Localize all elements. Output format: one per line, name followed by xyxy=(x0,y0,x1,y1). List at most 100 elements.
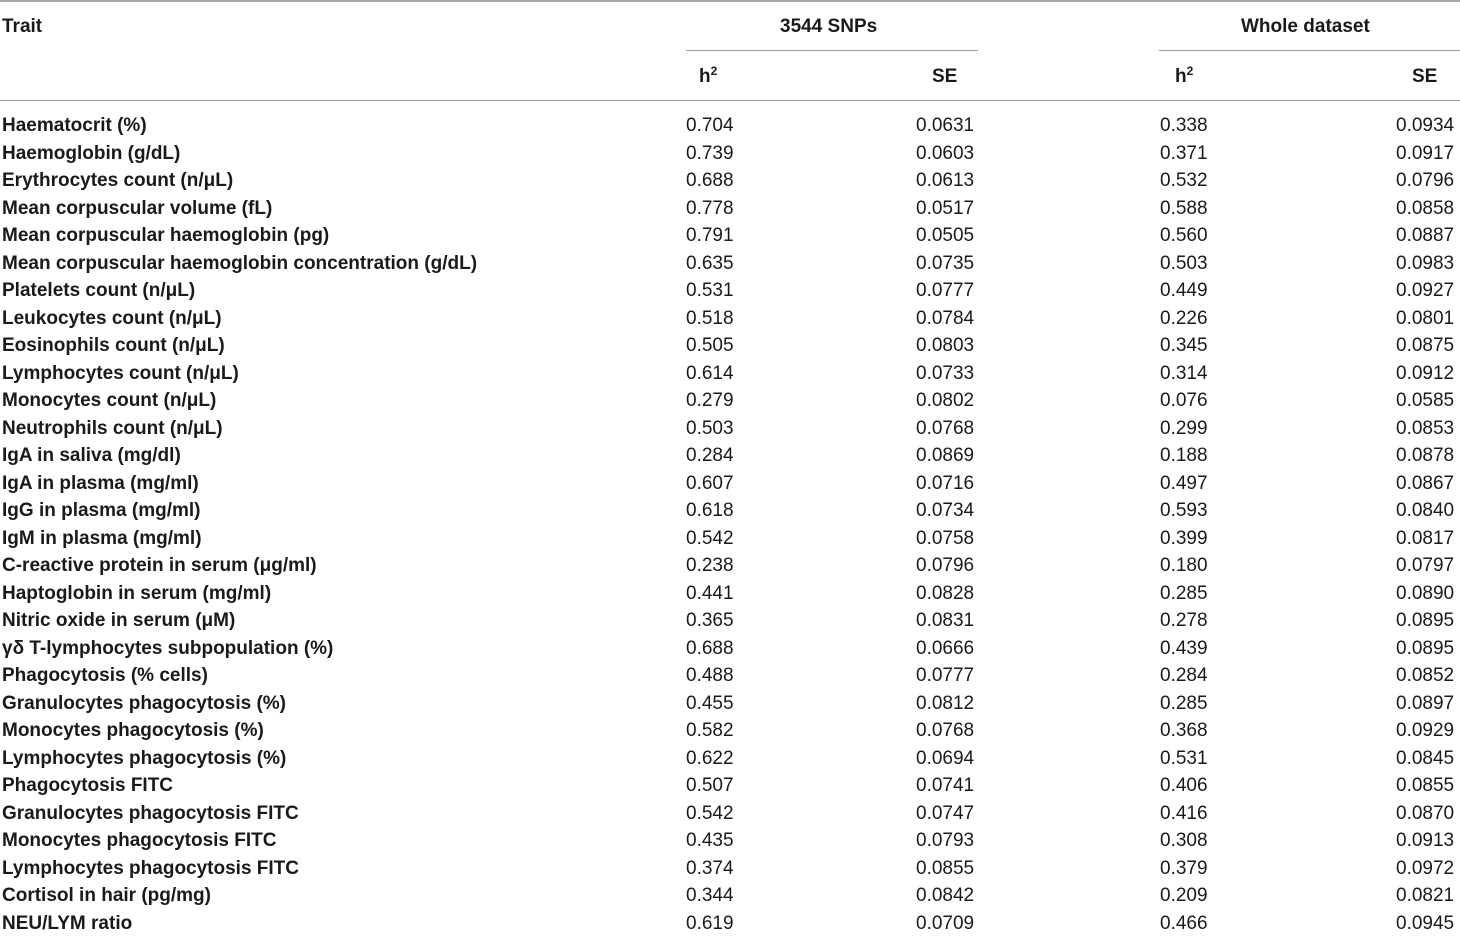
trait-cell: Mean corpuscular volume (fL) xyxy=(2,195,272,223)
h2-whole-cell: 0.439 xyxy=(1160,635,1208,663)
trait-cell: Lymphocytes phagocytosis FITC xyxy=(2,855,299,883)
trait-cell: Leukocytes count (n/μL) xyxy=(2,305,222,333)
h2-snps-cell: 0.503 xyxy=(686,415,734,443)
h2-whole-cell: 0.416 xyxy=(1160,800,1208,828)
header-se-whole: SE xyxy=(1412,66,1437,88)
h2-snps-cell: 0.688 xyxy=(686,635,734,663)
se-snps-cell: 0.0802 xyxy=(916,387,974,415)
h2-whole-cell: 0.285 xyxy=(1160,690,1208,718)
h2-whole-cell: 0.338 xyxy=(1160,112,1208,140)
h2-snps-cell: 0.582 xyxy=(686,717,734,745)
se-whole-cell: 0.0878 xyxy=(1396,442,1454,470)
h2-whole-cell: 0.503 xyxy=(1160,250,1208,278)
table-row: Haptoglobin in serum (mg/ml)0.4410.08280… xyxy=(0,580,1460,608)
h2-whole-cell: 0.406 xyxy=(1160,772,1208,800)
h2-whole-cell: 0.371 xyxy=(1160,140,1208,168)
se-snps-cell: 0.0613 xyxy=(916,167,974,195)
se-snps-cell: 0.0812 xyxy=(916,690,974,718)
trait-cell: Mean corpuscular haemoglobin (pg) xyxy=(2,222,329,250)
se-whole-cell: 0.0821 xyxy=(1396,882,1454,910)
se-snps-cell: 0.0517 xyxy=(916,195,974,223)
table-top-rule xyxy=(0,0,1460,2)
se-snps-cell: 0.0631 xyxy=(916,112,974,140)
se-snps-cell: 0.0505 xyxy=(916,222,974,250)
h2-whole-cell: 0.531 xyxy=(1160,745,1208,773)
h2-whole-cell: 0.497 xyxy=(1160,470,1208,498)
se-whole-cell: 0.0855 xyxy=(1396,772,1454,800)
trait-cell: γδ T-lymphocytes subpopulation (%) xyxy=(2,635,333,663)
h2-whole-cell: 0.368 xyxy=(1160,717,1208,745)
se-snps-cell: 0.0793 xyxy=(916,827,974,855)
trait-cell: Lymphocytes count (n/μL) xyxy=(2,360,239,388)
table-row: IgG in plasma (mg/ml)0.6180.07340.5930.0… xyxy=(0,497,1460,525)
trait-cell: Cortisol in hair (pg/mg) xyxy=(2,882,211,910)
h2-snps-cell: 0.279 xyxy=(686,387,734,415)
group-rule-snps xyxy=(686,50,978,51)
table-row: Eosinophils count (n/μL)0.5050.08030.345… xyxy=(0,332,1460,360)
se-whole-cell: 0.0945 xyxy=(1396,910,1454,937)
trait-cell: Monocytes phagocytosis (%) xyxy=(2,717,264,745)
header-h2-whole: h2 xyxy=(1175,66,1193,88)
h2-whole-cell: 0.284 xyxy=(1160,662,1208,690)
se-snps-cell: 0.0796 xyxy=(916,552,974,580)
se-whole-cell: 0.0875 xyxy=(1396,332,1454,360)
h2-snps-cell: 0.284 xyxy=(686,442,734,470)
se-snps-cell: 0.0734 xyxy=(916,497,974,525)
se-whole-cell: 0.0887 xyxy=(1396,222,1454,250)
trait-cell: Mean corpuscular haemoglobin concentrati… xyxy=(2,250,477,278)
h2-whole-cell: 0.379 xyxy=(1160,855,1208,883)
h2-whole-cell: 0.209 xyxy=(1160,882,1208,910)
h2-snps-cell: 0.778 xyxy=(686,195,734,223)
trait-cell: Platelets count (n/μL) xyxy=(2,277,195,305)
se-whole-cell: 0.0845 xyxy=(1396,745,1454,773)
se-whole-cell: 0.0927 xyxy=(1396,277,1454,305)
h2-snps-cell: 0.635 xyxy=(686,250,734,278)
h2-whole-cell: 0.076 xyxy=(1160,387,1208,415)
h2-snps-cell: 0.505 xyxy=(686,332,734,360)
h2-whole-cell: 0.345 xyxy=(1160,332,1208,360)
se-whole-cell: 0.0870 xyxy=(1396,800,1454,828)
table-row: Monocytes phagocytosis (%)0.5820.07680.3… xyxy=(0,717,1460,745)
header-bottom-rule xyxy=(0,100,1460,101)
table-row: Granulocytes phagocytosis FITC0.5420.074… xyxy=(0,800,1460,828)
h2-snps-cell: 0.622 xyxy=(686,745,734,773)
h2-whole-cell: 0.188 xyxy=(1160,442,1208,470)
se-snps-cell: 0.0758 xyxy=(916,525,974,553)
h2-snps-cell: 0.344 xyxy=(686,882,734,910)
table-row: Phagocytosis (% cells)0.4880.07770.2840.… xyxy=(0,662,1460,690)
h2-whole-cell: 0.180 xyxy=(1160,552,1208,580)
h2-snps-cell: 0.435 xyxy=(686,827,734,855)
se-whole-cell: 0.0890 xyxy=(1396,580,1454,608)
se-whole-cell: 0.0917 xyxy=(1396,140,1454,168)
se-whole-cell: 0.0983 xyxy=(1396,250,1454,278)
trait-cell: IgM in plasma (mg/ml) xyxy=(2,525,202,553)
table-row: Nitric oxide in serum (μM)0.3650.08310.2… xyxy=(0,607,1460,635)
se-snps-cell: 0.0741 xyxy=(916,772,974,800)
header-h2-snps: h2 xyxy=(699,66,717,88)
trait-cell: Erythrocytes count (n/μL) xyxy=(2,167,233,195)
trait-cell: IgA in saliva (mg/dl) xyxy=(2,442,181,470)
h2-whole-cell: 0.308 xyxy=(1160,827,1208,855)
trait-cell: Haemoglobin (g/dL) xyxy=(2,140,180,168)
se-snps-cell: 0.0784 xyxy=(916,305,974,333)
table-row: Mean corpuscular volume (fL)0.7780.05170… xyxy=(0,195,1460,223)
h2-snps-cell: 0.704 xyxy=(686,112,734,140)
table-row: Haemoglobin (g/dL)0.7390.06030.3710.0917 xyxy=(0,140,1460,168)
h2-snps-cell: 0.614 xyxy=(686,360,734,388)
h2-whole-cell: 0.532 xyxy=(1160,167,1208,195)
se-snps-cell: 0.0716 xyxy=(916,470,974,498)
header-trait: Trait xyxy=(2,16,42,38)
se-whole-cell: 0.0934 xyxy=(1396,112,1454,140)
se-whole-cell: 0.0796 xyxy=(1396,167,1454,195)
trait-cell: NEU/LYM ratio xyxy=(2,910,132,937)
se-snps-cell: 0.0694 xyxy=(916,745,974,773)
table-row: Mean corpuscular haemoglobin concentrati… xyxy=(0,250,1460,278)
se-snps-cell: 0.0803 xyxy=(916,332,974,360)
se-whole-cell: 0.0929 xyxy=(1396,717,1454,745)
h2-snps-cell: 0.618 xyxy=(686,497,734,525)
table-row: C-reactive protein in serum (μg/ml)0.238… xyxy=(0,552,1460,580)
table-row: Lymphocytes phagocytosis FITC0.3740.0855… xyxy=(0,855,1460,883)
table-row: Haematocrit (%)0.7040.06310.3380.0934 xyxy=(0,112,1460,140)
se-whole-cell: 0.0801 xyxy=(1396,305,1454,333)
h2-snps-cell: 0.507 xyxy=(686,772,734,800)
